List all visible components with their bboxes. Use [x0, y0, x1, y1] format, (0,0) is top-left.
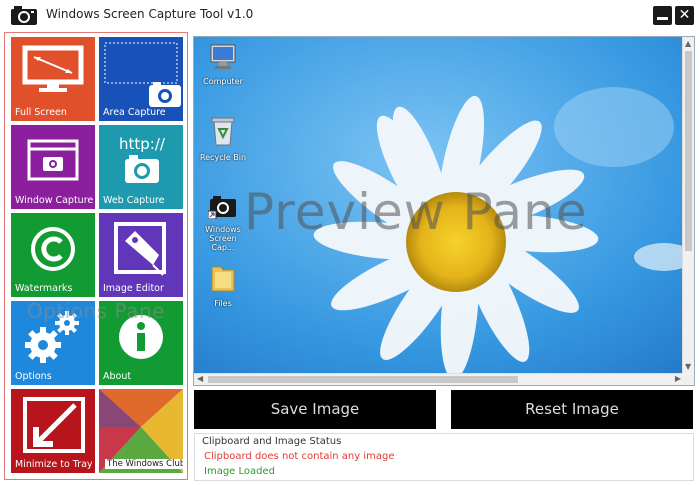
info-icon	[119, 315, 163, 359]
desktop-icon-files[interactable]: Files	[198, 263, 248, 308]
folder-icon	[211, 266, 235, 292]
preview-pane[interactable]: Computer Recycle Bin Windows Screen Cap.…	[193, 36, 695, 386]
close-icon[interactable]: ✕	[675, 6, 694, 25]
tile-window-capture[interactable]: Window Capture	[11, 125, 95, 209]
tile-label: The Windows Club	[105, 459, 183, 469]
title-bar: Windows Screen Capture Tool v1.0 ✕	[0, 0, 700, 30]
monitor-icon	[22, 45, 84, 92]
desktop-icon-label: Recycle Bin	[199, 153, 247, 162]
tile-full-screen[interactable]: Full Screen	[11, 37, 95, 121]
web-camera-icon: http://	[119, 135, 166, 183]
desktop-icon-label: Computer	[203, 77, 243, 86]
desktop-wallpaper	[194, 37, 694, 385]
tile-label: Window Capture	[15, 195, 94, 206]
tile-about[interactable]: About	[99, 301, 183, 385]
status-panel: Clipboard and Image Status Clipboard doe…	[194, 433, 694, 481]
recycle-bin-icon	[211, 117, 235, 146]
area-capture-icon	[104, 42, 181, 107]
minimize-icon[interactable]	[653, 6, 672, 25]
scroll-left-icon[interactable]: ◀	[197, 374, 203, 383]
desktop-icon-computer[interactable]: Computer	[198, 43, 248, 86]
tile-area-capture[interactable]: Area Capture	[99, 37, 183, 121]
image-status-message: Image Loaded	[204, 466, 275, 477]
tile-label: Image Editor	[103, 283, 164, 294]
desktop-icon-label: Files	[214, 299, 232, 308]
tile-label: Full Screen	[15, 107, 67, 118]
app-window: Windows Screen Capture Tool v1.0 ✕ Full …	[0, 0, 700, 485]
camera-icon	[11, 6, 37, 25]
status-panel-title: Clipboard and Image Status	[202, 436, 342, 447]
computer-icon	[210, 44, 236, 69]
tile-image-editor[interactable]: Image Editor	[99, 213, 183, 297]
tile-label: Options	[15, 371, 52, 382]
horizontal-scrollbar[interactable]: ◀ ▶	[194, 373, 684, 385]
desktop-icon-screen-capture[interactable]: Windows Screen Cap...	[198, 193, 248, 252]
tile-watermarks[interactable]: Watermarks	[11, 213, 95, 297]
tile-options[interactable]: Options	[11, 301, 95, 385]
tile-label: About	[103, 371, 132, 382]
window-title: Windows Screen Capture Tool v1.0	[46, 7, 254, 21]
desktop-icon-recycle-bin[interactable]: Recycle Bin	[198, 115, 248, 162]
scroll-down-icon[interactable]: ▼	[685, 362, 691, 371]
copyright-icon	[31, 227, 75, 271]
scroll-right-icon[interactable]: ▶	[675, 374, 681, 383]
save-image-button[interactable]: Save Image	[194, 390, 436, 429]
tile-label: Minimize to Tray	[15, 459, 93, 470]
window-camera-icon	[27, 139, 79, 181]
tile-label: Web Capture	[103, 195, 165, 206]
scroll-corner	[682, 373, 694, 385]
tile-windows-club[interactable]: The Windows Club	[99, 389, 183, 473]
tile-web-capture[interactable]: http:// Web Capture	[99, 125, 183, 209]
options-pane: Full Screen Area Capture Window Capture …	[4, 32, 188, 480]
svg-text:http://: http://	[119, 135, 166, 153]
vertical-scroll-thumb[interactable]	[685, 51, 692, 251]
horizontal-scroll-thumb[interactable]	[208, 376, 518, 383]
minimize-arrow-icon	[23, 397, 85, 453]
desktop-icon-label: Windows Screen Cap...	[205, 225, 241, 252]
reset-image-button[interactable]: Reset Image	[451, 390, 693, 429]
tile-minimize-to-tray[interactable]: Minimize to Tray	[11, 389, 95, 473]
tile-label: Watermarks	[15, 283, 73, 294]
vertical-scrollbar[interactable]: ▲ ▼	[682, 37, 694, 373]
scroll-up-icon[interactable]: ▲	[685, 39, 691, 48]
camera-shortcut-icon	[207, 196, 236, 220]
gears-icon	[25, 311, 79, 363]
clipboard-status-message: Clipboard does not contain any image	[204, 451, 395, 462]
image-editor-icon	[114, 222, 166, 276]
tile-label: Area Capture	[103, 107, 166, 118]
